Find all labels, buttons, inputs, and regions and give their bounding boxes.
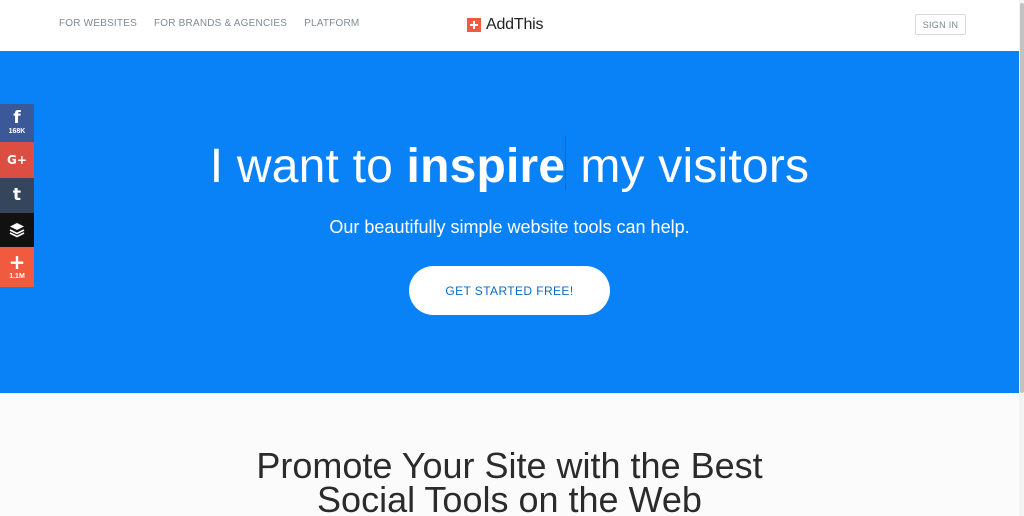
scrollbar-thumb[interactable] xyxy=(1020,3,1024,393)
headline-prefix: I want to xyxy=(209,140,393,193)
addthis-plus-icon xyxy=(467,18,481,32)
nav-link-for-brands-agencies[interactable]: FOR BRANDS & AGENCIES xyxy=(154,18,287,29)
google-plus-icon: G+ xyxy=(7,153,27,167)
get-started-button[interactable]: GET STARTED FREE! xyxy=(409,266,610,315)
headline-suffix: my visitors xyxy=(580,140,810,193)
facebook-share-count: 168K xyxy=(8,127,26,135)
buffer-share-button[interactable] xyxy=(0,213,34,247)
tumblr-icon: t xyxy=(12,185,22,205)
google-plus-share-button[interactable]: G+ xyxy=(0,142,34,178)
addthis-logo[interactable]: AddThis xyxy=(467,16,543,34)
hero-headline: I want to inspire my visitors xyxy=(0,136,1019,194)
share-sidebar: f 168K G+ t + 1.1M xyxy=(0,104,34,287)
top-navigation: FOR WEBSITES FOR BRANDS & AGENCIES PLATF… xyxy=(0,0,1019,51)
facebook-share-button[interactable]: f 168K xyxy=(0,104,34,142)
primary-nav: FOR WEBSITES FOR BRANDS & AGENCIES PLATF… xyxy=(59,18,359,29)
nav-link-for-websites[interactable]: FOR WEBSITES xyxy=(59,18,137,29)
logo-text: AddThis xyxy=(486,16,544,33)
hero-subheading: Our beautifully simple website tools can… xyxy=(329,217,690,237)
section-title-line-2: Social Tools on the Web xyxy=(317,479,702,516)
sign-in-button[interactable]: SIGN IN xyxy=(915,14,966,35)
total-share-count: 1.1M xyxy=(9,273,25,280)
more-share-button[interactable]: + 1.1M xyxy=(0,247,34,287)
section-title: Promote Your Site with the Best Social T… xyxy=(0,448,1019,516)
addthis-more-icon: + xyxy=(8,250,26,274)
typing-cursor xyxy=(565,136,567,190)
tumblr-share-button[interactable]: t xyxy=(0,178,34,213)
page: FOR WEBSITES FOR BRANDS & AGENCIES PLATF… xyxy=(0,0,1024,516)
hero-banner: I want to inspire my visitors Our beautif… xyxy=(0,51,1019,393)
headline-rotating-word: inspire xyxy=(406,140,566,193)
facebook-icon: f xyxy=(13,107,21,128)
nav-link-platform[interactable]: PLATFORM xyxy=(304,18,359,29)
page-scrollbar[interactable] xyxy=(1019,0,1024,516)
buffer-icon xyxy=(9,223,25,238)
